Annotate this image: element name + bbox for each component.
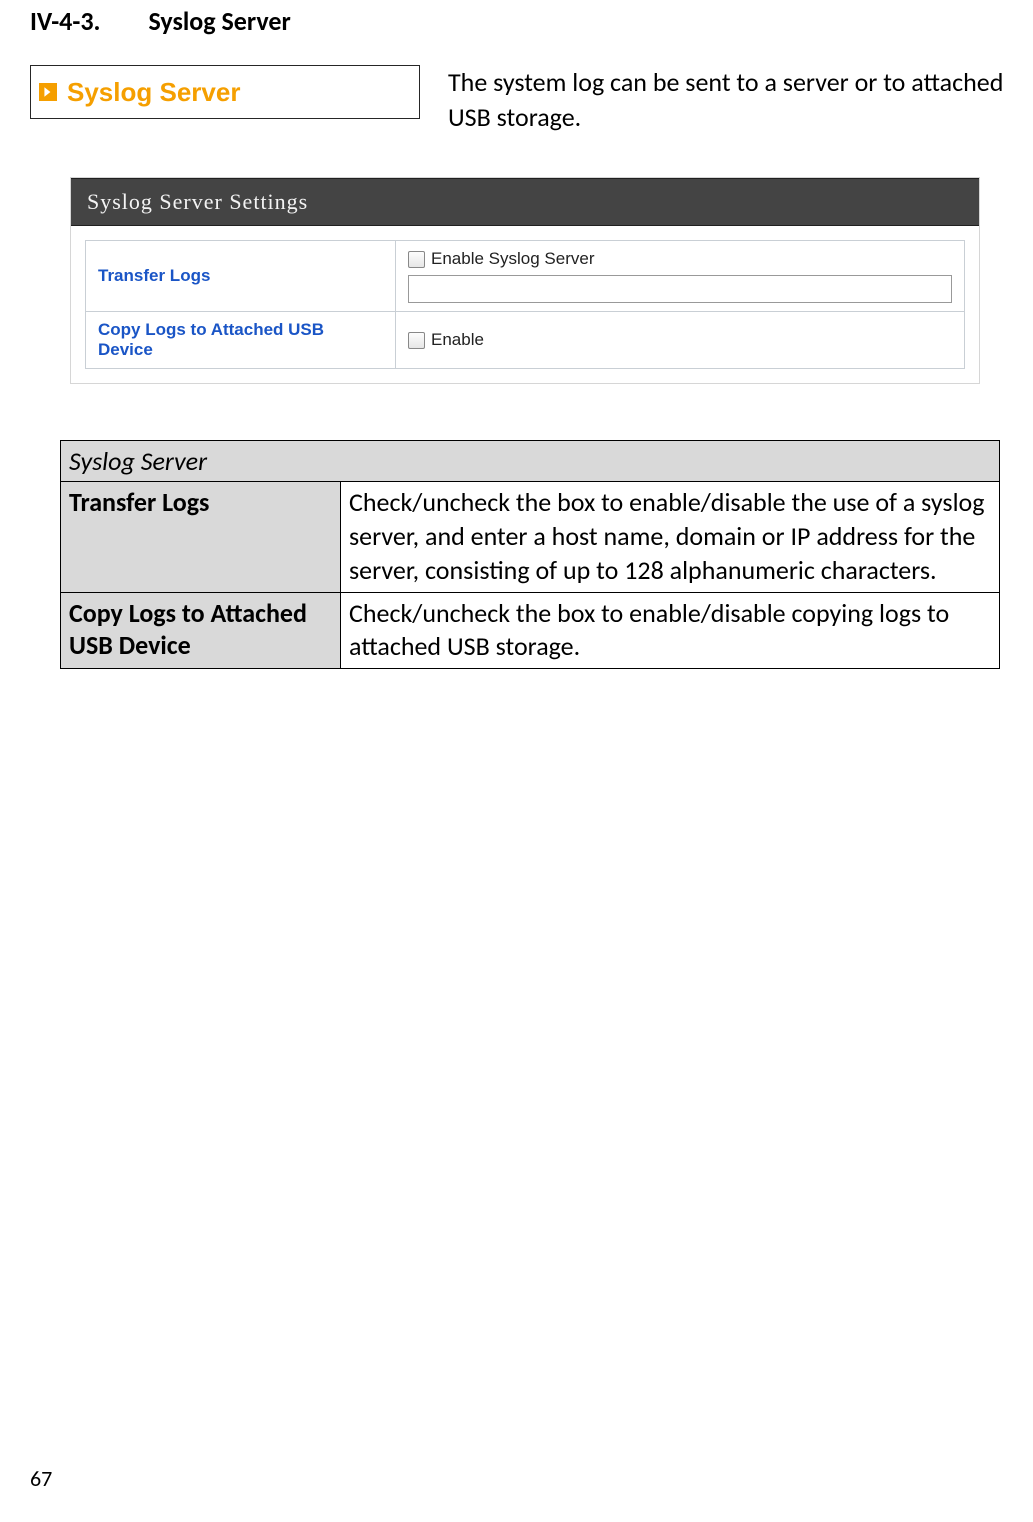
desc-row-value: Check/uncheck the box to enable/disable … xyxy=(341,482,1000,592)
description-table: Syslog Server Transfer Logs Check/unchec… xyxy=(60,440,1000,669)
desc-row-label: Copy Logs to Attached USB Device xyxy=(61,592,341,669)
enable-syslog-checkbox-label: Enable Syslog Server xyxy=(431,249,594,269)
enable-usb-copy-checkbox[interactable] xyxy=(408,332,425,349)
syslog-server-badge: Syslog Server xyxy=(30,65,420,119)
desc-row-value: Check/uncheck the box to enable/disable … xyxy=(341,592,1000,669)
table-row: Copy Logs to Attached USB Device Check/u… xyxy=(61,592,1000,669)
transfer-logs-label: Transfer Logs xyxy=(86,241,396,312)
page-number: 67 xyxy=(30,1465,52,1492)
intro-text: The system log can be sent to a server o… xyxy=(448,65,1028,135)
section-number: IV-4-3. xyxy=(30,5,100,37)
copy-logs-usb-label: Copy Logs to Attached USB Device xyxy=(86,312,396,369)
syslog-server-input[interactable] xyxy=(408,275,952,303)
badge-text: Syslog Server xyxy=(67,77,240,108)
settings-panel-title: Syslog Server Settings xyxy=(71,178,979,226)
table-row: Transfer Logs Check/uncheck the box to e… xyxy=(61,482,1000,592)
desc-table-caption: Syslog Server xyxy=(61,441,1000,482)
enable-syslog-checkbox[interactable] xyxy=(408,251,425,268)
enable-usb-copy-checkbox-label: Enable xyxy=(431,330,484,350)
section-title: Syslog Server xyxy=(148,5,290,37)
desc-row-label: Transfer Logs xyxy=(61,482,341,592)
chevron-right-icon xyxy=(39,83,57,101)
syslog-settings-panel: Syslog Server Settings Transfer Logs Ena… xyxy=(70,177,980,384)
